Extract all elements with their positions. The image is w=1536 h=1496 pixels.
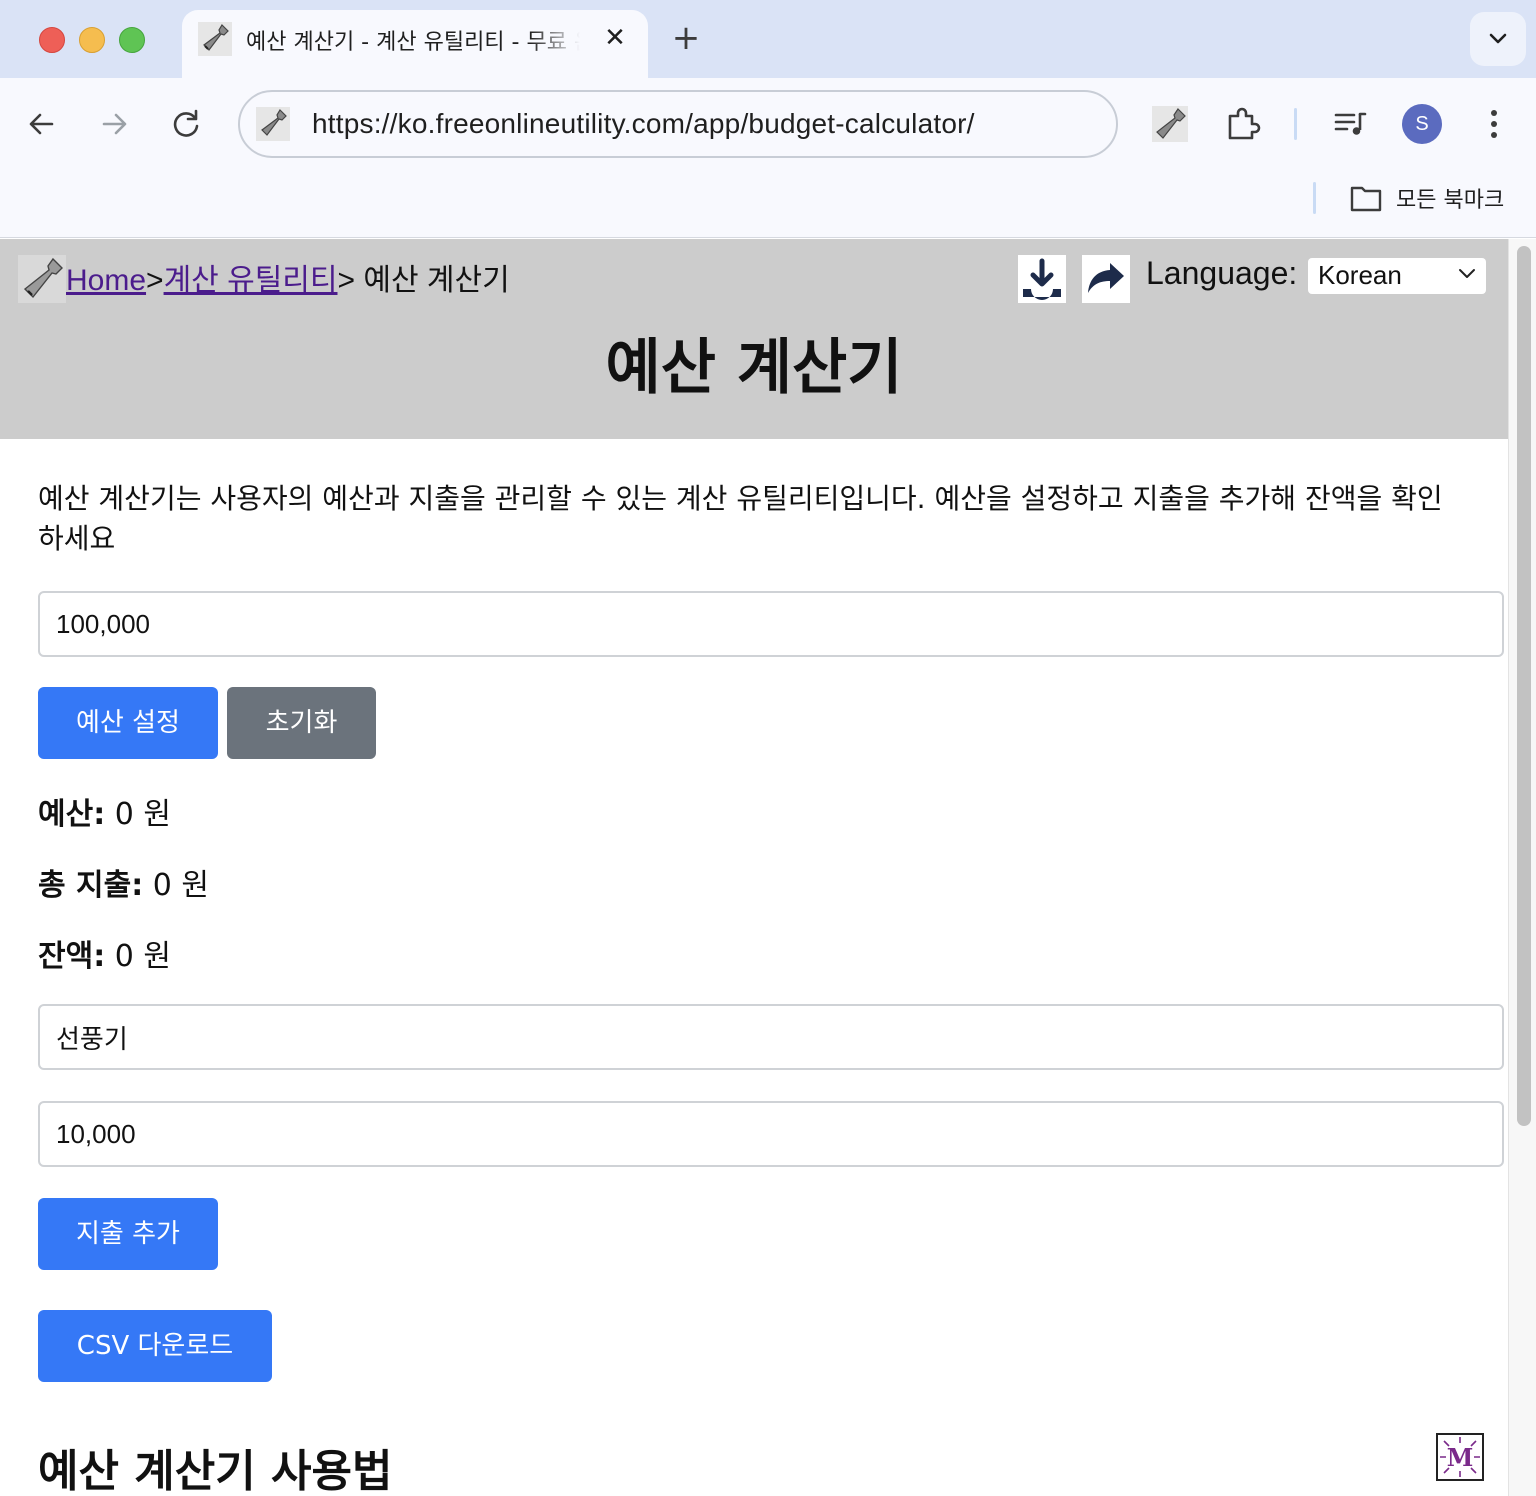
all-bookmarks-link[interactable]: 모든 북마크 xyxy=(1396,182,1504,214)
new-tab-button[interactable]: + xyxy=(668,20,704,56)
extension-wrench-icon[interactable] xyxy=(1150,104,1190,144)
balance-stat-value: 0 원 xyxy=(105,939,171,974)
bookmarks-divider xyxy=(1313,182,1316,214)
total-expense-stat-label: 총 지출: xyxy=(38,868,144,903)
expense-amount-input[interactable] xyxy=(38,1101,1504,1167)
back-button[interactable] xyxy=(20,102,64,146)
minimize-window-button[interactable] xyxy=(79,27,105,53)
address-bar[interactable]: https://ko.freeonlineutility.com/app/bud… xyxy=(238,90,1118,158)
profile-avatar[interactable]: S xyxy=(1402,104,1442,144)
budget-input[interactable] xyxy=(38,591,1504,657)
arrow-left-icon xyxy=(29,113,54,135)
reload-button[interactable] xyxy=(164,102,208,146)
tab-search-button[interactable] xyxy=(1470,12,1526,66)
site-header: Home>계산 유틸리티> 예산 계산기 Language: Korean 예산… xyxy=(0,239,1508,439)
m-logo-icon: M xyxy=(1440,1437,1480,1477)
download-icon[interactable] xyxy=(1018,255,1066,303)
breadcrumb-current: 예산 계산기 xyxy=(355,264,510,297)
set-budget-button[interactable]: 예산 설정 xyxy=(38,687,218,759)
close-tab-icon[interactable]: ✕ xyxy=(600,23,630,53)
expense-name-input[interactable] xyxy=(38,1004,1504,1070)
reset-button[interactable]: 초기화 xyxy=(227,687,376,759)
tool-description: 예산 계산기는 사용자의 예산과 지출을 관리할 수 있는 계산 유틸리티입니다… xyxy=(38,482,1443,555)
breadcrumb: Home>계산 유틸리티> 예산 계산기 xyxy=(66,255,510,299)
floating-m-badge[interactable]: M xyxy=(1436,1433,1484,1481)
chevron-down-icon xyxy=(1459,269,1475,278)
scrollbar-thumb[interactable] xyxy=(1517,246,1531,1126)
language-selected-value: Korean xyxy=(1318,260,1402,290)
browser-tab-active[interactable]: 예산 계산기 - 계산 유틸리티 - 무료 온라인 유틸리티 ✕ xyxy=(182,10,648,78)
total-expense-stat: 총 지출: 0 원 xyxy=(38,860,209,904)
reload-icon xyxy=(173,109,199,137)
page-viewport: Home>계산 유틸리티> 예산 계산기 Language: Korean 예산… xyxy=(0,239,1508,1496)
chevron-down-icon xyxy=(1489,33,1507,44)
bookmarks-bar: 모든 북마크 xyxy=(0,170,1536,238)
browser-toolbar: https://ko.freeonlineutility.com/app/bud… xyxy=(0,78,1536,170)
breadcrumb-category-link[interactable]: 계산 유틸리티 xyxy=(164,264,338,297)
share-icon[interactable] xyxy=(1082,255,1130,303)
close-window-button[interactable] xyxy=(39,27,65,53)
wrench-icon xyxy=(198,22,232,56)
folder-icon xyxy=(1350,186,1382,212)
more-menu-icon[interactable] xyxy=(1474,104,1514,144)
add-expense-button[interactable]: 지출 추가 xyxy=(38,1198,218,1270)
site-logo-wrench-icon[interactable] xyxy=(18,255,66,303)
section-heading-how-to-use: 예산 계산기 사용법 xyxy=(38,1446,393,1496)
forward-button[interactable] xyxy=(92,102,136,146)
language-label: Language: xyxy=(1146,255,1298,291)
page-title: 예산 계산기 xyxy=(605,333,903,403)
total-expense-stat-value: 0 원 xyxy=(143,868,210,903)
tab-title: 예산 계산기 - 계산 유틸리티 - 무료 온라인 유틸리티 xyxy=(246,30,580,55)
url-text: https://ko.freeonlineutility.com/app/bud… xyxy=(312,108,975,139)
budget-stat-value: 0 원 xyxy=(105,797,171,832)
budget-stat-label: 예산: xyxy=(38,797,106,832)
maximize-window-button[interactable] xyxy=(119,27,145,53)
csv-download-button[interactable]: CSV 다운로드 xyxy=(38,1310,272,1382)
breadcrumb-separator: > xyxy=(146,264,164,297)
language-select[interactable]: Korean xyxy=(1308,258,1486,294)
badge-letter: M xyxy=(1447,1443,1474,1472)
arrow-right-icon xyxy=(102,113,127,135)
media-queue-icon[interactable] xyxy=(1330,104,1370,144)
tab-strip: 예산 계산기 - 계산 유틸리티 - 무료 온라인 유틸리티 ✕ + xyxy=(0,0,1536,78)
puzzle-icon[interactable] xyxy=(1222,104,1262,144)
toolbar-divider xyxy=(1294,108,1297,140)
breadcrumb-home-link[interactable]: Home xyxy=(66,264,146,297)
balance-stat: 잔액: 0 원 xyxy=(38,931,171,975)
breadcrumb-separator: > xyxy=(337,264,356,297)
budget-stat: 예산: 0 원 xyxy=(38,789,171,833)
wrench-icon xyxy=(256,107,290,141)
balance-stat-label: 잔액: xyxy=(38,939,106,974)
